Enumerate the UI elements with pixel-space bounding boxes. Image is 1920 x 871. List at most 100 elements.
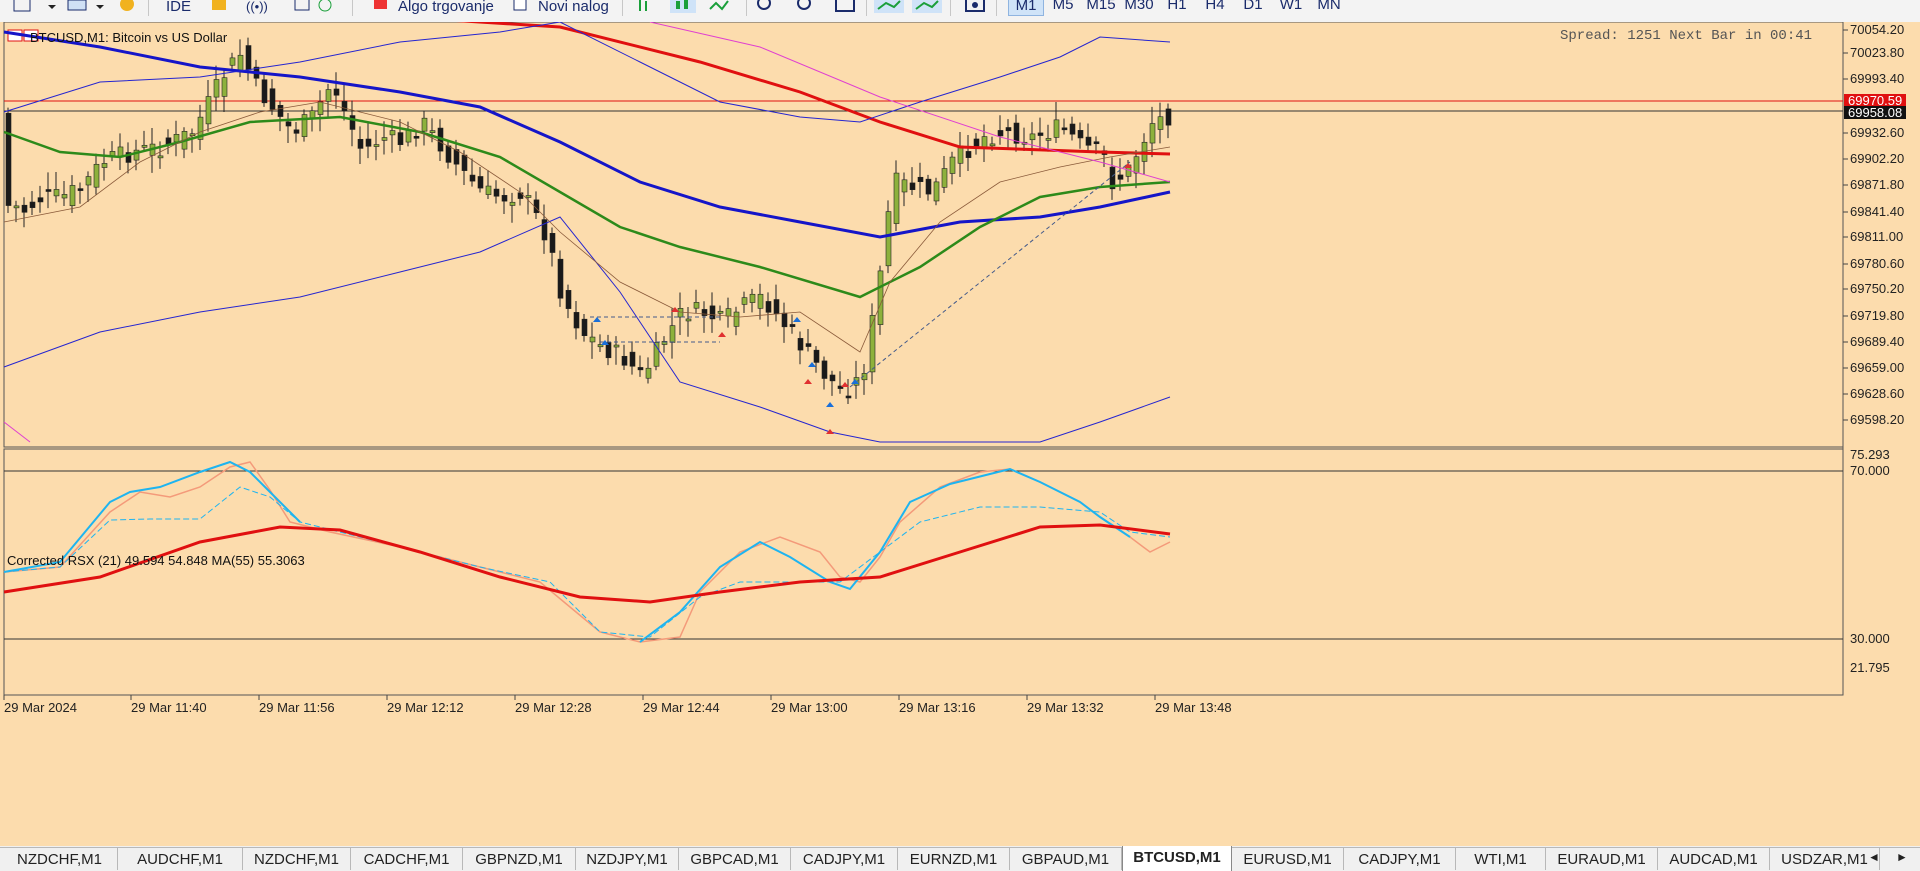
dollar-icon[interactable] — [118, 0, 136, 16]
algo-trading-button[interactable]: Algo trgovanje — [372, 0, 494, 16]
timeframe-h1[interactable]: H1 — [1160, 0, 1194, 14]
bull-candle — [325, 89, 332, 102]
bear-candle — [1117, 174, 1124, 180]
scroll-tabs-right-icon[interactable]: ► — [1896, 850, 1908, 864]
price-label: 69871.80 — [1850, 177, 1904, 192]
tab-nzdchf-m1[interactable]: NZDCHF,M1 — [243, 848, 351, 870]
time-label: 29 Mar 12:28 — [515, 700, 592, 715]
bull-candle — [717, 310, 724, 314]
tab-usdzar-m1[interactable]: USDZAR,M1 — [1770, 848, 1880, 870]
timeframe-m1[interactable]: M1 — [1008, 0, 1044, 16]
bear-candle — [453, 149, 460, 165]
bull-candle — [725, 308, 732, 317]
ide-button[interactable]: IDE — [166, 0, 191, 16]
timeframe-mn[interactable]: MN — [1312, 0, 1346, 14]
bear-candle — [789, 324, 796, 327]
scroll-tabs-left-icon[interactable]: ◄ — [1868, 850, 1880, 864]
tab-eurnzd-m1[interactable]: EURNZD,M1 — [898, 848, 1010, 870]
symbol-name: BTCUSD,M1: — [30, 30, 109, 45]
bull-candle — [1149, 123, 1156, 144]
time-label: 29 Mar 13:32 — [1027, 700, 1104, 715]
trade-arrow-icon — [826, 402, 834, 407]
bear-candle — [333, 88, 340, 96]
timeframe-h4[interactable]: H4 — [1198, 0, 1232, 14]
autoscroll-icon[interactable] — [874, 0, 904, 16]
bear-candle — [477, 176, 484, 189]
trade-arrow-icon — [804, 379, 812, 384]
bull-candle — [989, 143, 996, 147]
bear-candle — [813, 349, 820, 363]
price-chart[interactable]: 70054.20 70023.80 69993.40 69932.60 69902.20… — [0, 22, 1920, 846]
price-label: 69841.40 — [1850, 204, 1904, 219]
bull-candle — [141, 144, 148, 148]
screenshot-icon[interactable] — [964, 0, 986, 16]
chart-shift-icon[interactable] — [912, 0, 942, 16]
bar-chart-icon[interactable] — [636, 0, 656, 16]
timeframe-d1[interactable]: D1 — [1236, 0, 1270, 14]
bull-candle — [645, 367, 652, 379]
time-label: 29 Mar 2024 — [4, 700, 77, 715]
line-chart-icon[interactable] — [708, 0, 736, 16]
time-label: 29 Mar 11:56 — [259, 700, 335, 715]
folder-icon[interactable] — [210, 0, 228, 16]
bear-candle — [29, 201, 36, 208]
timeframe-m15[interactable]: M15 — [1084, 0, 1118, 14]
bull-candle — [101, 163, 108, 168]
bear-candle — [797, 338, 804, 351]
tab-gbpnzd-m1[interactable]: GBPNZD,M1 — [463, 848, 576, 870]
bear-candle — [557, 258, 564, 299]
chart-window[interactable]: 70054.20 70023.80 69993.40 69932.60 69902.20… — [0, 22, 1920, 846]
tab-gbpaud-m1[interactable]: GBPAUD,M1 — [1010, 848, 1122, 870]
bear-candle — [581, 318, 588, 337]
tab-nzdchf-m1[interactable]: NZDCHF,M1 — [2, 848, 118, 870]
cursor-dropdown-icon[interactable] — [12, 0, 62, 16]
bull-candle — [1053, 119, 1060, 138]
bear-candle — [37, 197, 44, 203]
rsx-orange-line — [3, 461, 1171, 643]
timeframe-w1[interactable]: W1 — [1274, 0, 1308, 14]
tab-gbpcad-m1[interactable]: GBPCAD,M1 — [679, 848, 791, 870]
tab-cadjpy-m1[interactable]: CADJPY,M1 — [1344, 848, 1456, 870]
symbol-tab-bar: NZDCHF,M1 AUDCHF,M1 NZDCHF,M1 CADCHF,M1 GBPN… — [0, 846, 1920, 871]
bull-candle — [949, 156, 956, 174]
bear-candle — [501, 195, 508, 202]
zoom-in-icon[interactable] — [756, 0, 776, 16]
tab-btcusd-m1[interactable]: BTCUSD,M1 — [1122, 846, 1232, 871]
bull-candle — [389, 130, 396, 136]
bull-candle — [1157, 116, 1164, 130]
tab-audcad-m1[interactable]: AUDCAD,M1 — [1658, 848, 1770, 870]
bear-candle — [917, 176, 924, 182]
tab-eurusd-m1[interactable]: EURUSD,M1 — [1232, 848, 1344, 870]
bear-candle — [549, 233, 556, 253]
algo-trading-label: Algo trgovanje — [398, 0, 494, 15]
chart-menu-icon[interactable] — [66, 0, 106, 16]
bear-candle — [701, 309, 708, 316]
bear-candle — [909, 182, 916, 190]
timeframe-m5[interactable]: M5 — [1046, 0, 1080, 14]
bear-candle — [341, 101, 348, 111]
tab-wti-m1[interactable]: WTI,M1 — [1456, 848, 1546, 870]
bull-candle — [13, 205, 20, 209]
timeframe-m30[interactable]: M30 — [1122, 0, 1156, 14]
tab-nzdjpy-m1[interactable]: NZDJPY,M1 — [576, 848, 679, 870]
new-order-button[interactable]: Novi nalog — [512, 0, 609, 16]
price-label: 69932.60 — [1850, 125, 1904, 140]
add-indicator-icon[interactable] — [293, 0, 333, 16]
candle-chart-icon[interactable] — [670, 0, 696, 16]
indicator-level-label: 30.000 — [1850, 631, 1890, 646]
bull-candle — [229, 57, 236, 66]
zoom-out-icon[interactable] — [796, 0, 816, 16]
bear-candle — [565, 290, 572, 309]
tab-euraud-m1[interactable]: EURAUD,M1 — [1546, 848, 1658, 870]
signal-icon[interactable]: ((•)) — [246, 0, 268, 16]
tile-windows-icon[interactable] — [834, 0, 856, 16]
tab-audchf-m1[interactable]: AUDCHF,M1 — [118, 848, 243, 870]
bear-candle — [997, 130, 1004, 137]
tab-cadchf-m1[interactable]: CADCHF,M1 — [351, 848, 463, 870]
bull-candle — [157, 155, 164, 159]
bear-candle — [573, 312, 580, 329]
tab-cadjpy-m1[interactable]: CADJPY,M1 — [791, 848, 898, 870]
bull-candle — [509, 201, 516, 206]
time-label: 29 Mar 13:16 — [899, 700, 976, 715]
bear-candle — [925, 178, 932, 195]
